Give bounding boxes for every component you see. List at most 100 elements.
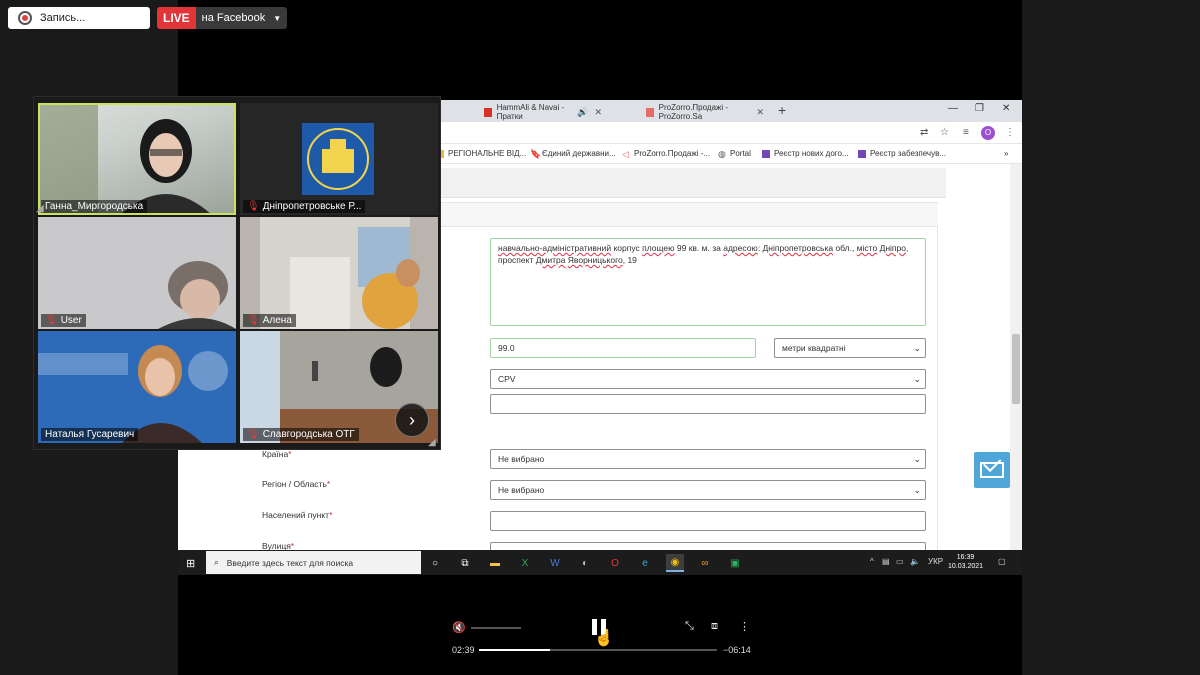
volume-muted-icon[interactable]: 🔇 xyxy=(452,621,466,634)
classifier-select[interactable]: CPV ⌄ xyxy=(490,369,926,389)
app-icon[interactable]: ∞ xyxy=(696,554,714,572)
participant-gallery: Ганна_Миргородська 🎙︎ Дніпропетровське Р.… xyxy=(33,96,441,450)
unit-select[interactable]: метри квадратні ⌄ xyxy=(774,338,926,358)
excel-icon[interactable]: X xyxy=(516,554,534,572)
participant-tile[interactable]: 🎙︎ Алена xyxy=(240,217,438,329)
participant-video xyxy=(260,217,420,329)
resize-grip-icon[interactable]: ◢ xyxy=(36,203,44,214)
cortana-icon[interactable]: ○ xyxy=(426,554,444,572)
app-icon[interactable]: ◐ xyxy=(576,554,594,572)
progress-bar[interactable] xyxy=(479,649,717,651)
page-icon: 🔖 xyxy=(530,148,542,159)
task-view-icon[interactable]: ⧉ xyxy=(456,554,474,572)
scrollbar-thumb[interactable] xyxy=(1012,334,1020,404)
description-text-segment: Яворницького xyxy=(567,255,623,265)
network-icon[interactable]: ▭ xyxy=(896,557,904,566)
resize-grip-icon[interactable]: ◢ xyxy=(428,437,436,448)
bookmark-item[interactable]: 🔖 Єдиний державни... xyxy=(530,149,616,158)
media-icon[interactable]: ≡ xyxy=(963,127,969,138)
progress-fill xyxy=(479,649,551,651)
browser-tab-2[interactable]: ProZorro.Продажі - ProZorro.Sa ✕ xyxy=(640,102,770,122)
street-label: Вулиця* xyxy=(262,541,295,550)
profile-avatar[interactable]: O xyxy=(981,126,995,140)
browser-tab-1[interactable]: HammAli & Navai - Пратки 🔊 ✕ xyxy=(478,102,608,122)
participant-tile[interactable]: 🎙︎ Дніпропетровське Р... xyxy=(240,103,438,215)
bookmark-item[interactable]: ◁ ProZorro.Продажі -... xyxy=(622,149,710,158)
word-icon[interactable]: W xyxy=(546,554,564,572)
taskbar-clock[interactable]: 16:39 10.03.2021 xyxy=(948,553,983,571)
bookmark-item[interactable]: Реєстр нових дого... xyxy=(762,149,849,158)
country-select[interactable]: Не вибрано ⌄ xyxy=(490,449,926,469)
app-icon[interactable]: ▣ xyxy=(726,554,744,572)
tray-chevron-icon[interactable]: ^ xyxy=(870,557,874,566)
menu-icon[interactable]: ⋮ xyxy=(1005,127,1015,138)
participant-tile[interactable]: Ганна_Миргородська xyxy=(38,103,236,215)
next-page-button[interactable]: › xyxy=(395,403,429,437)
bookmark-item[interactable]: РЕГІОНАЛЬНЕ ВІД... xyxy=(436,149,526,158)
description-text-segment: Дмитра xyxy=(535,255,566,265)
translate-icon[interactable]: ⇄ xyxy=(920,127,928,138)
minimize-icon[interactable]: — xyxy=(948,103,958,114)
record-icon xyxy=(18,11,32,25)
tray-icon[interactable]: ▤ xyxy=(882,557,890,566)
chrome-icon[interactable]: ◉ xyxy=(666,554,684,572)
region-select[interactable]: Не вибрано ⌄ xyxy=(490,480,926,500)
close-window-icon[interactable]: ✕ xyxy=(1002,103,1010,114)
windows-start-icon[interactable]: ⊞ xyxy=(186,557,195,570)
maximize-icon[interactable]: ❐ xyxy=(975,103,984,114)
unit-value: метри квадратні xyxy=(782,343,846,353)
participant-name: Наталья Гусаревич xyxy=(41,428,139,441)
area-input[interactable]: 99.0 xyxy=(490,338,756,358)
street-input[interactable] xyxy=(490,542,926,550)
recording-indicator[interactable]: Запись... xyxy=(8,7,150,29)
taskbar-search[interactable]: ⌕ Введите здесь текст для поиска xyxy=(206,551,421,574)
description-text-segment: площею xyxy=(642,243,675,253)
collapse-icon[interactable]: ⤡ xyxy=(685,620,694,633)
description-text-segment: навчально-адміністративний xyxy=(498,243,612,253)
language-indicator[interactable]: УКР xyxy=(928,557,943,566)
audio-icon[interactable]: 🔊 xyxy=(577,107,588,118)
mic-muted-icon: 🎙︎ xyxy=(45,315,58,326)
participant-name: 🎙︎ Алена xyxy=(243,314,296,327)
more-options-icon[interactable]: ⋮ xyxy=(739,620,750,633)
mic-muted-icon: 🎙︎ xyxy=(247,201,260,212)
description-text-segment: 99 кв. м. за xyxy=(674,243,724,253)
chevron-right-icon[interactable]: » xyxy=(1004,149,1008,158)
region-label: Регіон / Область* xyxy=(262,479,331,489)
volume-icon[interactable]: 🔈 xyxy=(910,557,920,566)
bookmark-item[interactable]: ◍ Portal xyxy=(718,149,751,158)
search-icon: ⌕ xyxy=(214,557,219,567)
opera-icon[interactable]: O xyxy=(606,554,624,572)
participant-tile[interactable]: Наталья Гусаревич xyxy=(38,331,236,443)
participant-video xyxy=(38,331,236,443)
tab-favicon-icon xyxy=(646,107,654,117)
star-icon[interactable]: ☆ xyxy=(940,127,949,138)
bookmark-label: РЕГІОНАЛЬНЕ ВІД... xyxy=(448,149,527,158)
edge-icon[interactable]: e xyxy=(636,554,654,572)
clock-date: 10.03.2021 xyxy=(948,563,984,570)
page-scrollbar[interactable] xyxy=(1010,164,1022,550)
feedback-widget[interactable] xyxy=(974,452,1010,488)
form-icon xyxy=(858,149,866,158)
participant-tile[interactable]: 🎙︎ User xyxy=(38,217,236,329)
close-icon[interactable]: ✕ xyxy=(594,107,602,118)
form-icon xyxy=(762,149,770,158)
new-tab-icon[interactable]: + xyxy=(778,102,786,118)
notification-icon[interactable]: ▢ xyxy=(998,557,1006,566)
volume-slider[interactable] xyxy=(471,627,521,629)
tab-favicon-icon xyxy=(484,107,492,117)
chevron-down-icon: ⌄ xyxy=(913,373,921,384)
classifier-code-input[interactable] xyxy=(490,394,926,414)
settlement-input[interactable] xyxy=(490,511,926,531)
bookmark-item[interactable]: Реєстр забезпечув... xyxy=(858,149,946,158)
tab-title: ProZorro.Продажі - ProZorro.Sa xyxy=(658,103,729,121)
picture-in-picture-icon[interactable]: ⧈ xyxy=(711,620,718,633)
description-textarea[interactable]: навчально-адміністративний корпус площею… xyxy=(490,238,926,326)
prozorro-icon: ◁ xyxy=(622,148,629,159)
file-explorer-icon[interactable]: ▬ xyxy=(486,554,504,572)
close-icon[interactable]: ✕ xyxy=(756,107,764,118)
search-placeholder: Введите здесь текст для поиска xyxy=(226,557,354,568)
chevron-right-icon: › xyxy=(409,409,415,430)
chevron-down-icon[interactable]: ▼ xyxy=(273,14,281,23)
live-stream-indicator[interactable]: LIVE на Facebook ▼ xyxy=(157,7,288,29)
